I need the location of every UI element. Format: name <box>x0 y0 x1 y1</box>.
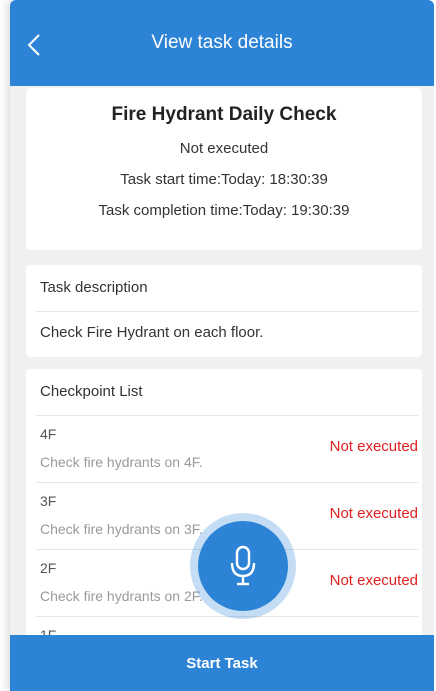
phone-screen: View task details Fire Hydrant Daily Che… <box>10 0 434 691</box>
checkpoint-detail: Check fire hydrants on 4F. <box>40 454 203 470</box>
task-status: Not executed <box>179 140 269 157</box>
task-title: Fire Hydrant Daily Check <box>111 104 337 125</box>
checkpoint-detail: Check fire hydrants on 3F. <box>40 521 203 537</box>
checkpoint-detail: Check fire hydrants on 2F. <box>40 588 203 604</box>
app-header: View task details <box>10 0 434 86</box>
voice-input-button[interactable] <box>190 513 296 619</box>
checkpoint-name: 4F <box>40 426 57 442</box>
microphone-icon <box>230 545 256 586</box>
checkpoint-heading: Checkpoint List <box>40 383 143 400</box>
task-completion-time: Task completion time:Today: 19:30:39 <box>98 202 350 219</box>
checkpoint-item-4f[interactable]: 4F Check fire hydrants on 4F. Not execut… <box>26 416 422 482</box>
task-description-card: Task description Check Fire Hydrant on e… <box>26 265 422 357</box>
start-task-button[interactable]: Start Task <box>10 635 434 691</box>
checkpoint-status: Not executed <box>329 572 418 589</box>
page-title: View task details <box>151 32 293 53</box>
checkpoint-name: 2F <box>40 560 57 576</box>
task-summary-card: Fire Hydrant Daily Check Not executed Ta… <box>26 88 422 250</box>
checkpoint-status: Not executed <box>329 438 418 455</box>
checkpoint-status: Not executed <box>329 505 418 522</box>
description-text: Check Fire Hydrant on each floor. <box>40 324 264 341</box>
microphone-button-core <box>198 521 288 611</box>
checkpoint-name: 3F <box>40 493 57 509</box>
task-start-time: Task start time:Today: 18:30:39 <box>120 171 328 188</box>
description-heading: Task description <box>40 279 148 296</box>
